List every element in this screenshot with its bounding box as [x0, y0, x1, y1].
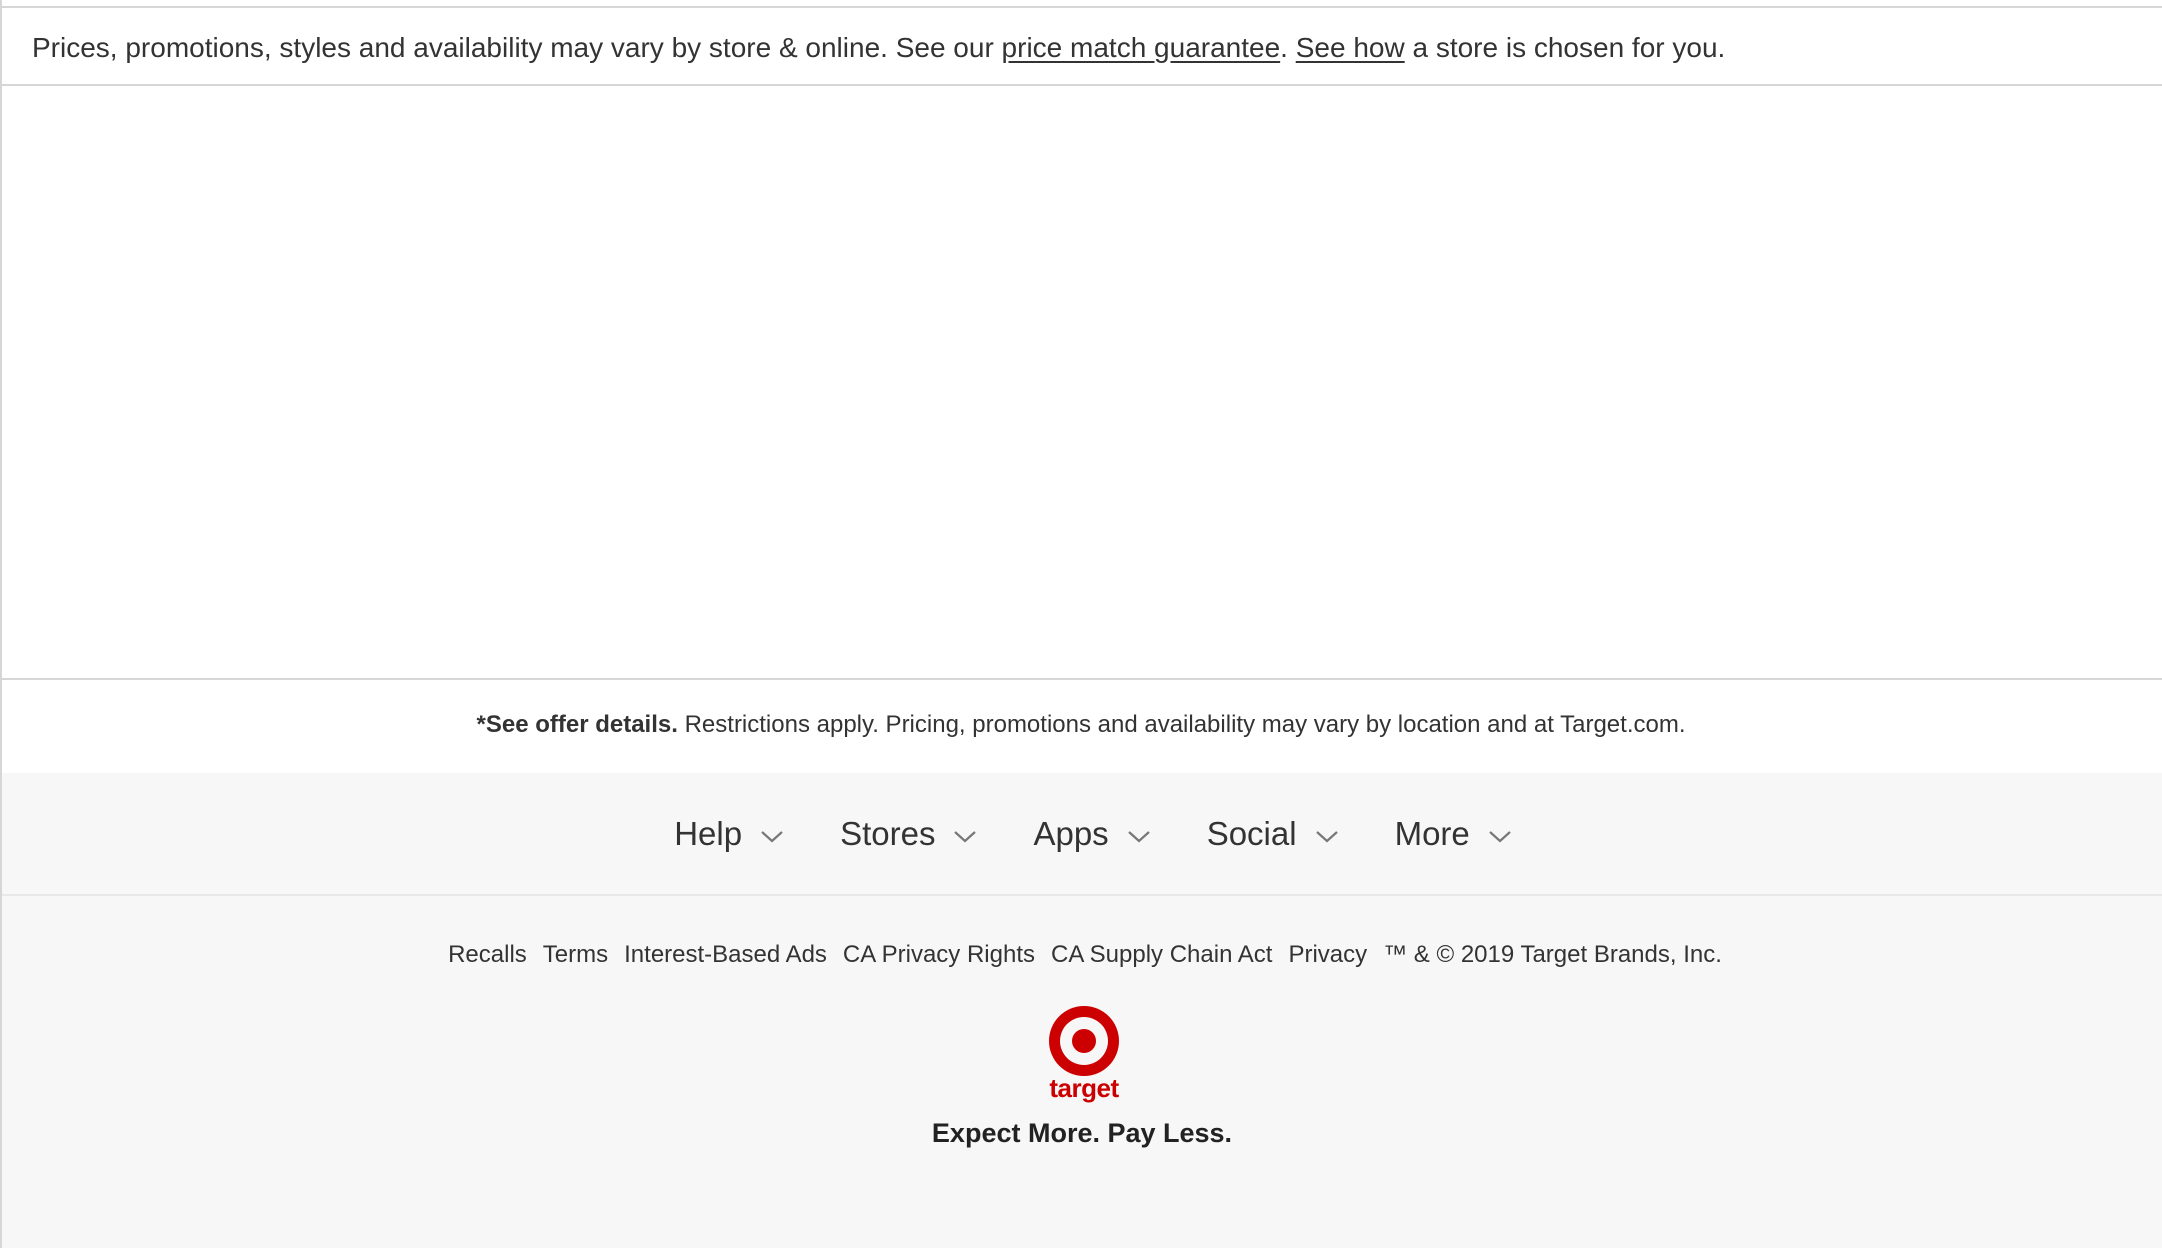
footer-menu-help[interactable]: Help: [674, 815, 784, 853]
page: Prices, promotions, styles and availabil…: [0, 0, 2162, 1248]
footer-menu-apps[interactable]: Apps: [1033, 815, 1150, 853]
offer-details-text: Restrictions apply. Pricing, promotions …: [677, 711, 1686, 738]
copyright-text: ™ & © 2019 Target Brands, Inc.: [1383, 941, 1722, 968]
offer-details-bold[interactable]: *See offer details.: [477, 711, 678, 738]
target-wordmark: target: [1049, 1073, 1119, 1103]
footer-menu-label: Social: [1206, 814, 1297, 852]
notice-text-after: a store is chosen for you.: [1404, 32, 1726, 63]
terms-link[interactable]: Terms: [543, 941, 608, 969]
notice-text-middle: .: [1280, 32, 1296, 63]
chevron-down-icon: [1315, 830, 1339, 844]
ca-supply-chain-act-link[interactable]: CA Supply Chain Act: [1051, 941, 1272, 969]
pricing-notice-banner: Prices, promotions, styles and availabil…: [0, 6, 2162, 86]
legal-links: Recalls Terms Interest-Based Ads CA Priv…: [2, 941, 2162, 969]
recalls-link[interactable]: Recalls: [448, 941, 527, 969]
chevron-down-icon: [760, 830, 784, 844]
footer: Help Stores Apps Social More Recalls Ter…: [2, 773, 2162, 1248]
footer-menu: Help Stores Apps Social More: [2, 773, 2162, 896]
footer-menu-social[interactable]: Social: [1207, 815, 1339, 853]
footer-menu-label: Apps: [1033, 814, 1109, 852]
main-content-area: [2, 86, 2162, 678]
offer-details-disclaimer: *See offer details. Restrictions apply. …: [0, 678, 2162, 773]
chevron-down-icon: [1488, 830, 1512, 844]
interest-based-ads-link[interactable]: Interest-Based Ads: [624, 941, 827, 969]
price-match-guarantee-link[interactable]: price match guarantee: [1002, 32, 1281, 63]
footer-menu-more[interactable]: More: [1395, 815, 1512, 853]
footer-menu-stores[interactable]: Stores: [840, 815, 977, 853]
chevron-down-icon: [1127, 830, 1151, 844]
notice-text-before: Prices, promotions, styles and availabil…: [32, 32, 1002, 63]
footer-menu-label: Stores: [840, 814, 936, 852]
chevron-down-icon: [953, 830, 977, 844]
brand-tagline: Expect More. Pay Less.: [931, 1118, 1233, 1148]
privacy-link[interactable]: Privacy: [1288, 941, 1367, 969]
see-how-link[interactable]: See how: [1296, 32, 1405, 63]
footer-menu-label: Help: [674, 814, 743, 852]
footer-menu-label: More: [1394, 814, 1470, 852]
target-bullseye-icon[interactable]: [1046, 1003, 1122, 1079]
ca-privacy-rights-link[interactable]: CA Privacy Rights: [843, 941, 1035, 969]
